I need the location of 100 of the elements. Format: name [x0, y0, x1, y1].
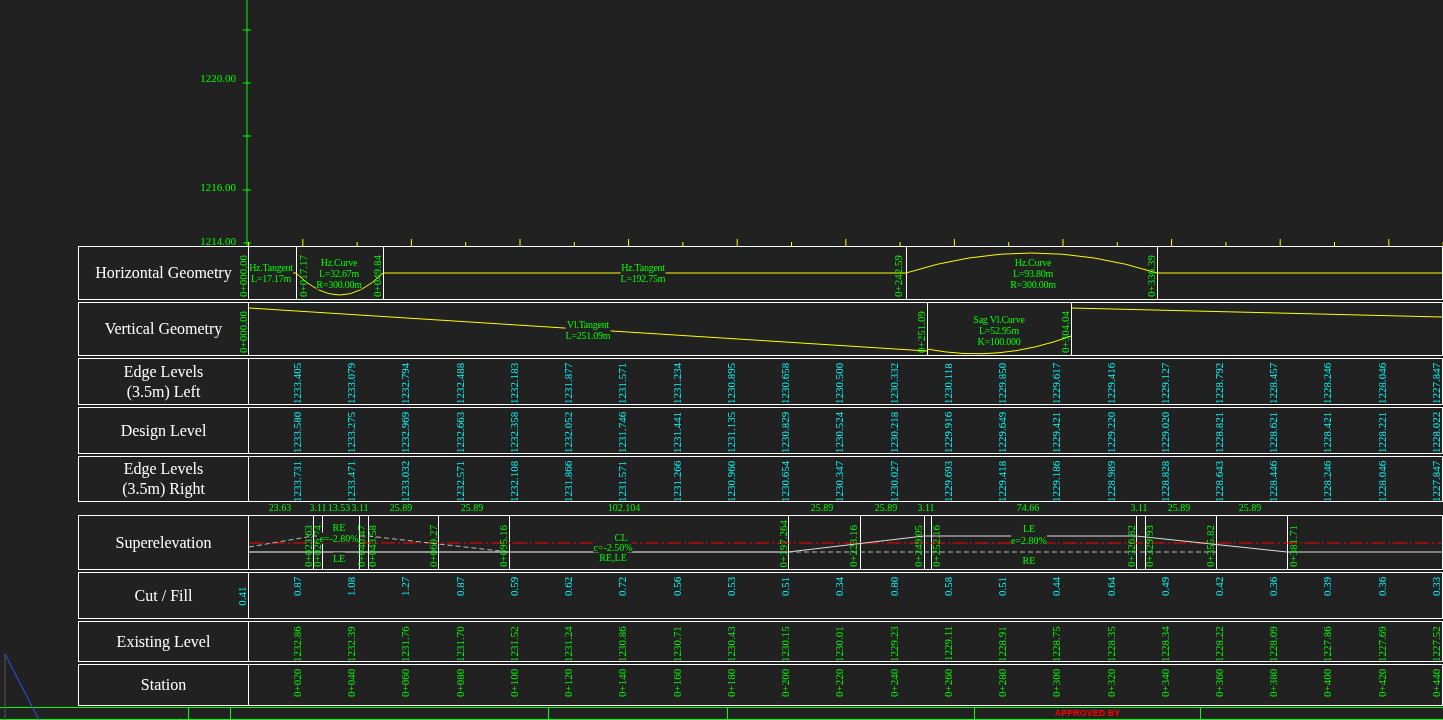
row-label: Horizontal Geometry [95, 263, 232, 283]
table-cell-text: 1231.135 [724, 411, 738, 453]
table-cell-text: 1228.821 [1212, 411, 1226, 453]
table-cell-text: 0+400 [1320, 668, 1334, 700]
table-cell-text: 1232.86 [290, 625, 304, 661]
table-cell-text: 1227.52 [1429, 625, 1443, 661]
table-cell-text: 1229.186 [1049, 460, 1063, 501]
table-cell-text: 1227.847 [1429, 460, 1443, 501]
row-label: Edge Levels (3.5m) Left [123, 361, 204, 402]
table-cell-text: 1.27 [398, 576, 412, 599]
table-cell-text: 1230.347 [833, 460, 846, 501]
station-label: 0+355.82 [1204, 525, 1216, 567]
table-cell-text: 0+120 [561, 668, 575, 700]
table-cell-text: 0.49 [1158, 576, 1171, 599]
superelevation-note: RE [1022, 554, 1036, 566]
table-cell-text: 1229.23 [886, 625, 900, 661]
segment-length: 74.66 [1016, 502, 1040, 514]
table-cell-text: 0.87 [452, 576, 466, 599]
geometry-note: Vl.Tangent L=251.09m [565, 319, 611, 341]
table-cell-text: 1230.895 [724, 362, 738, 404]
geometry-note: Sag Vl.Curve L=52.95m K=100.000 [973, 313, 1025, 347]
table-cell-text: 0+440 [1429, 668, 1443, 700]
station-label: 0+197.264 [777, 519, 789, 567]
row-label: Existing Level [116, 631, 211, 652]
table-cell-text: 0.33 [1429, 576, 1443, 599]
table-cell-text: 1229.416 [1103, 362, 1117, 404]
table-cell-text: 0.34 [832, 576, 846, 599]
table-cell-text: 1232.794 [398, 362, 412, 404]
table-cell-text: 1230.332 [886, 362, 900, 404]
segment-length: 25.89 [460, 502, 484, 514]
table-cell-text: 1229.127 [1158, 362, 1171, 404]
table-cell-text: 1228.09 [1266, 625, 1280, 661]
table-cell-text: 1228.828 [1158, 460, 1171, 501]
segment-length: 3.11 [351, 502, 369, 514]
station-label: 0+326.82 [1125, 525, 1137, 567]
segment-length: 23.63 [268, 502, 292, 514]
table-cell-text: 1229.220 [1103, 411, 1117, 453]
table-cell-text: 1232.358 [507, 411, 521, 453]
table-cell-text: 1227.69 [1374, 625, 1388, 661]
table-cell-text: 1228.643 [1212, 460, 1226, 501]
table-cell-text: 0+220 [832, 668, 846, 700]
table-cell-text: 1229.421 [1049, 411, 1063, 453]
row-label: Design Level [120, 420, 207, 441]
station-label: 0+000.00 [237, 311, 249, 353]
superelevation-note: LE [332, 552, 346, 564]
table-cell-text: 1232.108 [507, 460, 521, 501]
table-cell-text: 1228.421 [1320, 411, 1334, 453]
table-cell-text: 1228.22 [1212, 625, 1226, 661]
table-cell-text: 0+080 [452, 668, 466, 700]
table-cell-text: 0+380 [1266, 668, 1280, 700]
table-cell-text: 1231.24 [561, 625, 575, 661]
station-label: 0+023.63 [302, 525, 314, 567]
row-label: Cut / Fill [134, 585, 193, 606]
table-cell-text: 1233.471 [344, 460, 358, 501]
segment-length: 3.11 [1130, 502, 1148, 514]
table-cell-text: 1228.246 [1320, 460, 1334, 501]
segment-length: 25.89 [1238, 502, 1262, 514]
table-cell-text: 1231.52 [507, 625, 521, 661]
station-label: 0+381.71 [1287, 525, 1299, 567]
table-cell-text: 1.08 [344, 576, 358, 599]
table-cell-text: 0+040 [344, 668, 358, 700]
table-cell-text: 1230.118 [941, 362, 955, 404]
station-label: 0+252.16 [930, 525, 942, 567]
table-cell-text: 1229.693 [941, 460, 955, 501]
segment-length: 3.11 [917, 502, 935, 514]
table-cell-text: 1230.218 [886, 411, 900, 453]
table-cell-text: 1228.022 [1429, 411, 1443, 453]
station-label: 0+242.59 [892, 255, 904, 297]
table-cell-text: 1231.571 [615, 362, 629, 404]
table-cell-text: 1228.75 [1049, 625, 1063, 661]
segment-length: 102.104 [607, 502, 641, 514]
table-cell-text: 0+420 [1374, 668, 1388, 700]
table-cell-text: 0.58 [941, 576, 955, 599]
table-cell-text: 1232.488 [452, 362, 466, 404]
table-cell-text: 0+020 [290, 668, 304, 700]
table-cell-text: 0.44 [1049, 576, 1063, 599]
table-cell-text: 0+340 [1158, 668, 1171, 700]
table-cell-text: 0+060 [398, 668, 412, 700]
table-cell-text: 1231.877 [561, 362, 575, 404]
table-cell-text: 1230.524 [832, 411, 846, 453]
geometry-note: Hz.Curve L=32.67m R=300.00m [316, 256, 362, 290]
table-cell-text: 0+300 [1049, 668, 1063, 700]
table-cell-text: 1228.046 [1374, 362, 1388, 404]
approved-by-label: APPROVED BY [1054, 708, 1121, 719]
superelevation-note: RE [332, 521, 346, 533]
table-cell-text: 1229.020 [1158, 411, 1171, 453]
table-cell-text: 1232.571 [452, 460, 466, 501]
geometry-note: Hz.Tangent L=192.75m [620, 262, 666, 284]
table-cell-text: 1232.39 [344, 625, 358, 661]
table-cell-text: 0.62 [561, 576, 575, 599]
segment-length: 25.89 [810, 502, 834, 514]
table-cell-text: 1230.027 [886, 460, 900, 501]
table-cell-text: 1228.046 [1374, 460, 1388, 501]
table-cell-text: 1230.658 [778, 362, 792, 404]
table-cell-text: 0+280 [995, 668, 1009, 700]
geometry-note: Hz.Curve L=93.80m R=300.00m [1010, 256, 1056, 290]
table-cell-text: 1231.76 [398, 625, 412, 661]
table-cell-text: 0.36 [1266, 576, 1280, 599]
table-cell-text: 1227.86 [1320, 625, 1334, 661]
table-cell-text: 0+160 [669, 668, 683, 700]
